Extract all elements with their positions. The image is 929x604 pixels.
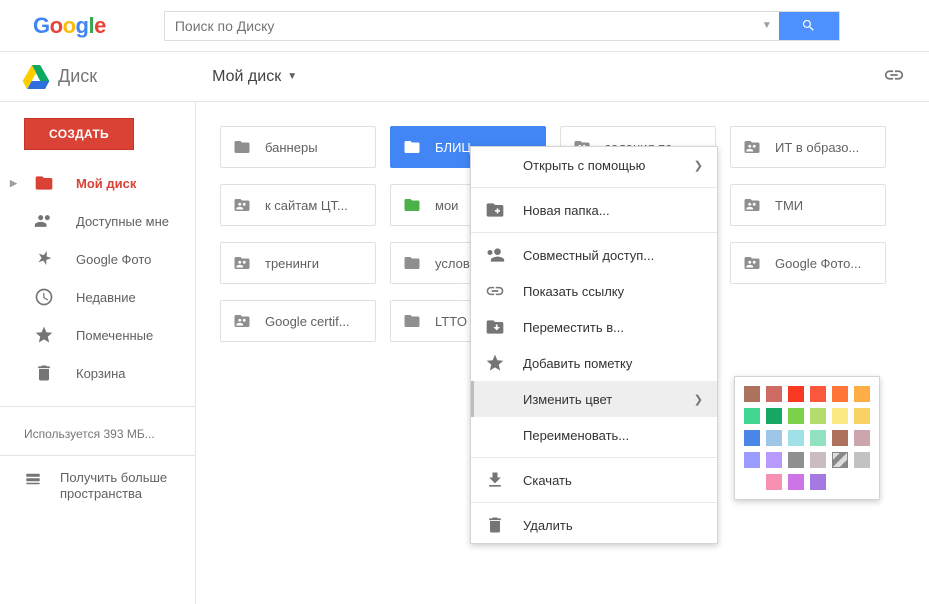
create-button[interactable]: СОЗДАТЬ [24,118,134,150]
photos-icon [34,249,54,269]
folder-item[interactable]: Google certif... [220,300,376,342]
folder-item[interactable]: к сайтам ЦТ... [220,184,376,226]
folder-item[interactable]: тренинги [220,242,376,284]
color-swatch[interactable] [788,386,804,402]
app-name: Диск [58,66,97,87]
ctx-get-link[interactable]: Показать ссылку [471,273,717,309]
color-swatch[interactable] [810,386,826,402]
color-swatch[interactable] [744,430,760,446]
color-swatch[interactable] [832,386,848,402]
folder-label: Google certif... [265,314,350,329]
expand-arrow-icon: ▶ [10,178,18,189]
color-palette [734,376,880,500]
color-swatch[interactable] [854,386,870,402]
folder-label: ТМИ [775,198,803,213]
color-swatch[interactable] [766,430,782,446]
sidebar-item-photos[interactable]: Google Фото [0,240,195,278]
drive-logo-icon [22,65,50,89]
people-icon [34,211,54,231]
color-swatch[interactable] [766,386,782,402]
color-swatch[interactable] [810,452,826,468]
color-swatch[interactable] [744,452,760,468]
sidebar-item-people[interactable]: Доступные мне [0,202,195,240]
color-swatch[interactable] [788,430,804,446]
folder-label: тренинги [265,256,319,271]
breadcrumb[interactable]: Мой диск ▼ [212,68,297,86]
ctx-add-star[interactable]: Добавить пометку [471,345,717,381]
clock-icon [34,287,54,307]
sidebar-item-star[interactable]: Помеченные [0,316,195,354]
folder-label: LTTO [435,314,467,329]
folder-item[interactable]: баннеры [220,126,376,168]
search-button[interactable] [779,12,839,40]
search-box: ▼ [164,11,840,41]
ctx-download[interactable]: Скачать [471,462,717,498]
star-icon [34,325,54,345]
ctx-delete[interactable]: Удалить [471,507,717,543]
color-swatch[interactable] [766,474,782,490]
folder-label: Google Фото... [775,256,861,271]
sidebar-item-folder[interactable]: ▶Мой диск [0,164,195,202]
color-swatch[interactable] [788,452,804,468]
share-icon [485,245,505,265]
search-icon [801,18,816,33]
trash-icon [34,363,54,383]
folder-item[interactable]: Google Фото... [730,242,886,284]
color-swatch[interactable] [832,430,848,446]
sidebar-item-clock[interactable]: Недавние [0,278,195,316]
trash-icon [485,515,505,535]
color-swatch[interactable] [832,452,848,468]
content-area: баннерыБЛИЦзадания по ...ИТ в образо...к… [196,102,929,604]
color-swatch[interactable] [788,474,804,490]
color-swatch[interactable] [810,430,826,446]
google-logo[interactable]: Google [33,13,106,39]
folder-item[interactable]: ИТ в образо... [730,126,886,168]
storage-link-label: Получить больше пространства [60,470,195,502]
ctx-rename[interactable]: Переименовать... [471,417,717,453]
search-dropdown-arrow-icon[interactable]: ▼ [755,12,779,40]
link-icon[interactable] [883,64,905,89]
context-menu: Открыть с помощью❯ Новая папка... Совмес… [470,146,718,544]
chevron-right-icon: ❯ [694,393,703,406]
folder-item[interactable]: ТМИ [730,184,886,226]
folder-label: ИТ в образо... [775,140,859,155]
storage-usage: Используется 393 МБ... [24,427,195,441]
search-input[interactable] [165,12,755,40]
color-swatch[interactable] [810,474,826,490]
color-swatch[interactable] [744,408,760,424]
ctx-change-color[interactable]: Изменить цвет❯ [471,381,717,417]
storage-icon [24,470,42,491]
folder-label: БЛИЦ [435,140,471,155]
color-swatch[interactable] [766,452,782,468]
download-icon [485,470,505,490]
sidebar-item-trash[interactable]: Корзина [0,354,195,392]
link-icon [485,281,505,301]
get-more-storage[interactable]: Получить больше пространства [0,470,195,502]
color-swatch[interactable] [788,408,804,424]
breadcrumb-label: Мой диск [212,68,281,86]
folder-label: мои [435,198,458,213]
ctx-open-with[interactable]: Открыть с помощью❯ [471,147,717,183]
folder-icon [34,173,54,193]
folder-label: к сайтам ЦТ... [265,198,348,213]
ctx-new-folder[interactable]: Новая папка... [471,192,717,228]
chevron-right-icon: ❯ [694,159,703,172]
color-swatch[interactable] [854,408,870,424]
color-swatch[interactable] [744,386,760,402]
color-swatch[interactable] [854,452,870,468]
folder-label: баннеры [265,140,318,155]
color-swatch[interactable] [810,408,826,424]
color-swatch[interactable] [854,430,870,446]
color-swatch[interactable] [766,408,782,424]
sidebar: СОЗДАТЬ ▶Мой дискДоступные мнеGoogle Фот… [0,102,196,604]
new-folder-icon [485,200,505,220]
move-icon [485,317,505,337]
ctx-move-to[interactable]: Переместить в... [471,309,717,345]
ctx-share[interactable]: Совместный доступ... [471,237,717,273]
star-icon [485,353,505,373]
chevron-down-icon: ▼ [287,71,297,82]
color-swatch[interactable] [832,408,848,424]
